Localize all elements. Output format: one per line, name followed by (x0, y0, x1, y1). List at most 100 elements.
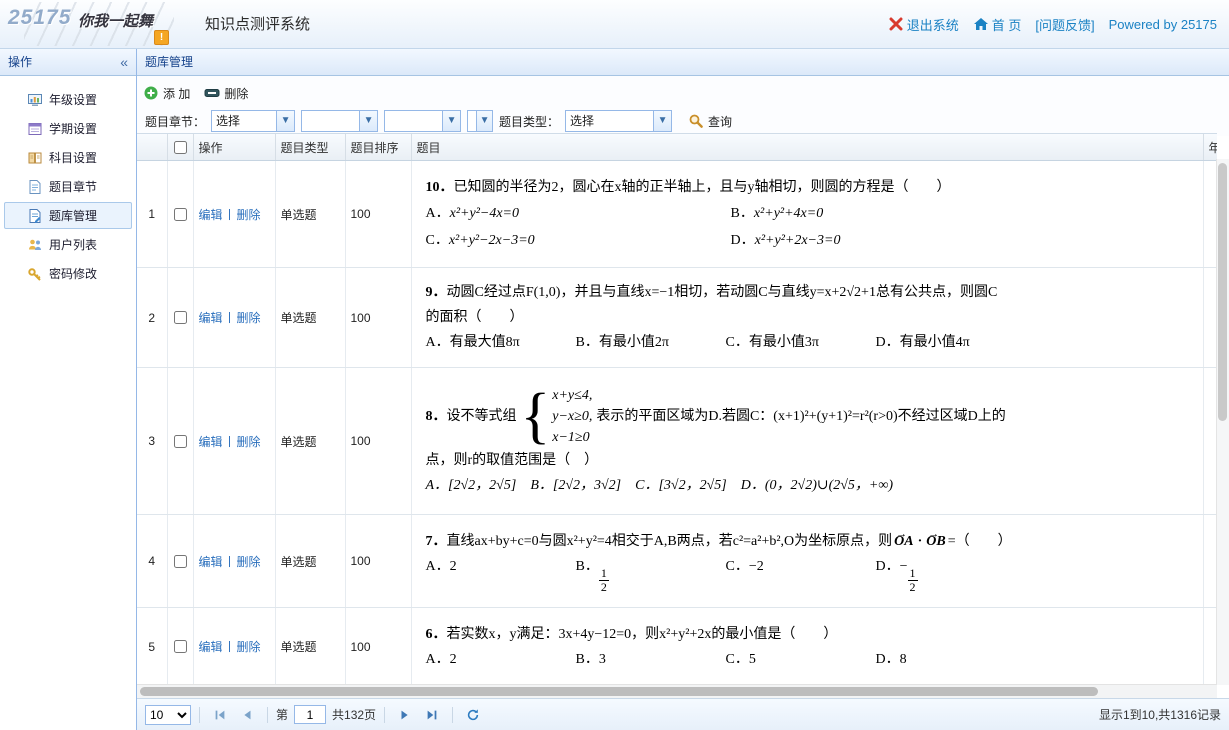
document-icon (27, 179, 43, 195)
home-icon (973, 16, 989, 32)
sidebar-title: 操作 (8, 49, 32, 75)
mini-select[interactable]: ▼ (467, 110, 493, 132)
vertical-scrollbar-thumb[interactable] (1218, 163, 1227, 421)
row-checkbox[interactable] (174, 555, 187, 568)
table-row: 2 编辑丨删除 单选题 100 9．动圆C经过点F(1,0)，并且与直线x=−1… (137, 268, 1217, 368)
row-operations: 编辑丨删除 (193, 161, 275, 268)
question-type-cell: 单选题 (275, 368, 345, 515)
search-icon (688, 113, 704, 129)
chevron-down-icon[interactable]: ▼ (359, 111, 377, 131)
sidebar-item-question-bank[interactable]: 题库管理 (4, 202, 132, 229)
sidebar-item-question-chapters[interactable]: 题目章节 (4, 173, 132, 200)
app-window: 25175 你我一起舞 知识点测评系统 退出系统 首 页 [问题反馈] Powe… (0, 0, 1229, 730)
row-index: 2 (137, 268, 167, 368)
sidebar-item-grade-settings[interactable]: 年级设置 (4, 86, 132, 113)
grade-column-header: 年 (1203, 134, 1217, 161)
horizontal-scrollbar-thumb[interactable] (140, 687, 1098, 696)
edit-link[interactable]: 编辑 (199, 311, 223, 325)
index-column-header (137, 134, 167, 161)
panel-title: 题库管理 (137, 49, 1229, 76)
question-column-header: 题目 (411, 134, 1203, 161)
collapse-sidebar-button[interactable]: « (120, 55, 128, 69)
row-checkbox[interactable] (174, 208, 187, 221)
sidebar-item-user-list[interactable]: 用户列表 (4, 231, 132, 258)
grade-cell (1203, 515, 1217, 608)
row-index: 5 (137, 608, 167, 686)
row-operations: 编辑丨删除 (193, 608, 275, 686)
delete-link[interactable]: 删除 (237, 208, 261, 222)
question-content: 6．若实数x，y满足：3x+4y−12=0，则x²+y²+2x的最小值是（ ） … (411, 608, 1203, 686)
chapter-select[interactable]: 选择 ▼ (211, 110, 295, 132)
app-header: 25175 你我一起舞 知识点测评系统 退出系统 首 页 [问题反馈] Powe… (0, 0, 1229, 49)
question-options: A．有最大值8π B．有最小值2π C．有最小值3π D．有最小值4π (426, 330, 1189, 355)
delete-button[interactable]: 删除 (204, 85, 248, 102)
edit-link[interactable]: 编辑 (199, 208, 223, 222)
sidebar-item-change-password[interactable]: 密码修改 (4, 260, 132, 287)
edit-link[interactable]: 编辑 (199, 435, 223, 449)
row-checkbox[interactable] (174, 311, 187, 324)
pager-refresh-button[interactable] (461, 703, 485, 727)
row-index: 3 (137, 368, 167, 515)
row-operations: 编辑丨删除 (193, 368, 275, 515)
question-options: A．2 B．12 C．−2 D．−12 (426, 554, 1189, 593)
main-layout: 操作 « 年级设置 学期设置 科目设置 题目章节 (0, 49, 1229, 730)
edit-link[interactable]: 编辑 (199, 640, 223, 654)
vertical-scrollbar[interactable] (1216, 159, 1229, 685)
row-index: 1 (137, 161, 167, 268)
question-options: A．[2√2，2√5] B．[2√2，3√2] C．[3√2，2√5] D．(0… (426, 473, 1189, 498)
home-link[interactable]: 首 页 (973, 15, 1022, 34)
sidebar-item-label: 题目章节 (49, 178, 97, 195)
type-select[interactable]: 选择 ▼ (565, 110, 672, 132)
page-size-select[interactable]: 10 (145, 705, 191, 725)
pager-last-button[interactable] (420, 703, 444, 727)
question-order-cell: 100 (345, 268, 411, 368)
delete-link[interactable]: 删除 (237, 555, 261, 569)
pager-first-button[interactable] (208, 703, 232, 727)
page-title: 知识点测评系统 (205, 13, 310, 34)
delete-link[interactable]: 删除 (237, 311, 261, 325)
logo-tagline: 你我一起舞 (78, 10, 153, 31)
sidebar-item-semester-settings[interactable]: 学期设置 (4, 115, 132, 142)
subsection-select[interactable]: ▼ (384, 110, 461, 132)
sidebar-item-label: 用户列表 (49, 236, 97, 253)
page-number-input[interactable] (294, 705, 326, 724)
chevron-down-icon[interactable]: ▼ (276, 111, 294, 131)
powered-by: Powered by 25175 (1109, 17, 1217, 32)
section-select[interactable]: ▼ (301, 110, 378, 132)
row-checkbox[interactable] (174, 640, 187, 653)
sidebar-header: 操作 « (0, 49, 136, 76)
chevron-down-icon[interactable]: ▼ (442, 111, 460, 131)
calendar-icon (27, 121, 43, 137)
question-options: A．x²+y²−4x=0 B．x²+y²+4x=0 C．x²+y²−2x−3=0… (426, 200, 1189, 254)
horizontal-scrollbar[interactable] (137, 684, 1217, 698)
question-content: 10．已知圆的半径为2，圆心在x轴的正半轴上，且与y轴相切，则圆的方程是（ ） … (411, 161, 1203, 268)
edit-link[interactable]: 编辑 (199, 555, 223, 569)
prev-page-icon (240, 708, 254, 722)
logout-link[interactable]: 退出系统 (888, 15, 959, 34)
grade-cell (1203, 268, 1217, 368)
sidebar-item-subject-settings[interactable]: 科目设置 (4, 144, 132, 171)
page-prefix-label: 第 (276, 706, 288, 723)
question-type-cell: 单选题 (275, 268, 345, 368)
delete-link[interactable]: 删除 (237, 435, 261, 449)
chevron-down-icon[interactable]: ▼ (476, 111, 492, 131)
chevron-down-icon[interactable]: ▼ (653, 111, 671, 131)
pager-next-button[interactable] (393, 703, 417, 727)
search-button[interactable]: 查询 (688, 113, 732, 130)
question-content: 9．动圆C经过点F(1,0)，并且与直线x=−1相切，若动圆C与直线y=x+2√… (411, 268, 1203, 368)
select-all-checkbox[interactable] (174, 141, 187, 154)
red-x-icon (888, 16, 904, 32)
main-panel: 题库管理 添 加 删除 题目章节： 选择 ▼ (137, 49, 1229, 730)
question-type-cell: 单选题 (275, 608, 345, 686)
vector-OB: OB (926, 534, 945, 549)
last-page-icon (425, 708, 439, 722)
row-checkbox[interactable] (174, 435, 187, 448)
delete-link[interactable]: 删除 (237, 640, 261, 654)
sidebar-item-label: 学期设置 (49, 120, 97, 137)
feedback-link[interactable]: [问题反馈] (1035, 15, 1094, 34)
question-order-cell: 100 (345, 608, 411, 686)
grid-toolbar: 添 加 删除 (137, 76, 1229, 106)
pager-prev-button[interactable] (235, 703, 259, 727)
add-button[interactable]: 添 加 (143, 85, 190, 102)
op-column-header: 操作 (193, 134, 275, 161)
